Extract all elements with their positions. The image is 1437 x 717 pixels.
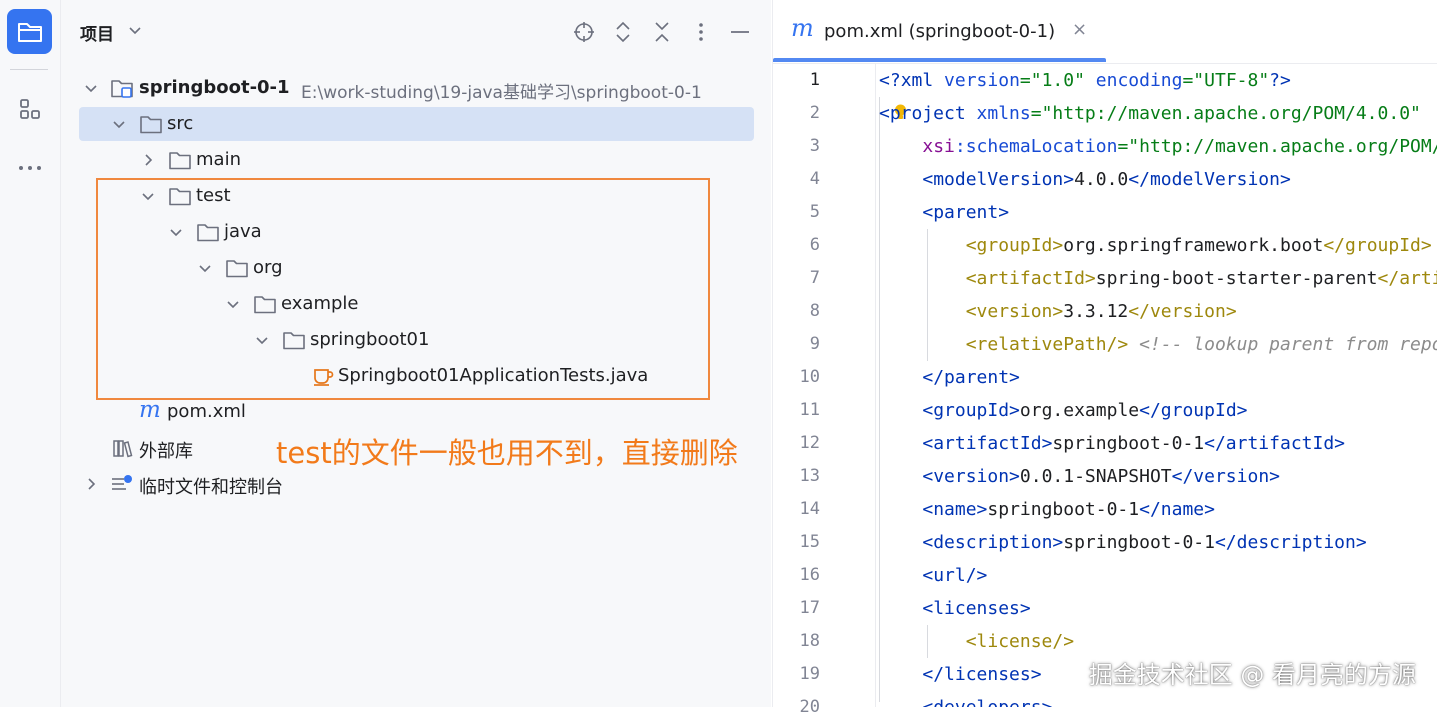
chevron-right-icon[interactable]	[83, 476, 99, 492]
line-number: 18	[799, 631, 820, 651]
chevron-down-icon[interactable]	[83, 80, 99, 96]
tree-item-src[interactable]: src	[61, 106, 771, 142]
scratches-icon	[112, 475, 132, 490]
line-number: 5	[809, 202, 820, 222]
expand-icon	[616, 21, 630, 43]
code-line: <developers>	[879, 691, 1052, 707]
tree-item-project-root[interactable]: springboot-0-1 E:\work-studing\19-java基础…	[61, 70, 771, 106]
line-number: 1	[809, 70, 820, 90]
line-number: 6	[809, 235, 820, 255]
active-tab-indicator	[773, 58, 1106, 62]
line-number: 2	[809, 103, 820, 123]
watermark: 掘金技术社区 @ 看月亮的方源	[1088, 661, 1416, 689]
chevron-down-icon[interactable]	[127, 22, 143, 38]
line-number: 20	[799, 697, 820, 717]
code-line: <licenses>	[922, 598, 1031, 619]
code-line: <?xml version="1.0" encoding="UTF-8"?>	[879, 70, 1291, 91]
folder-icon	[140, 116, 162, 134]
tree-item-label: springboot-0-1	[139, 77, 290, 98]
tree-item-label: 外部库	[139, 441, 193, 462]
code-line: xsi:schemaLocation="http://maven.apache.…	[922, 136, 1437, 157]
close-icon[interactable]: ×	[1072, 19, 1087, 40]
folder-icon	[17, 22, 42, 42]
expand-all-button[interactable]	[611, 20, 635, 44]
maven-icon: m	[791, 14, 814, 42]
structure-tool-button[interactable]	[7, 86, 52, 131]
chevron-down-icon[interactable]	[111, 116, 127, 132]
options-button[interactable]	[689, 20, 713, 44]
code-line: </licenses>	[922, 664, 1042, 685]
tab-label: pom.xml (springboot-0-1)	[824, 21, 1056, 42]
tool-window-strip	[0, 0, 61, 707]
collapse-icon	[655, 22, 669, 42]
code-line: <url/>	[922, 565, 988, 586]
code-line: <groupId>org.springframework.boot</group…	[965, 235, 1432, 256]
more-tools-button[interactable]	[7, 145, 52, 190]
editor-tab-pom[interactable]: m pom.xml (springboot-0-1) ×	[773, 0, 1106, 63]
project-panel: 项目 springboot-0-1 E:\work-studing\19-jav…	[61, 0, 771, 707]
crosshair-icon	[574, 22, 594, 42]
code-line: <description>springboot-0-1</description…	[922, 532, 1367, 553]
code-line: </parent>	[922, 367, 1020, 388]
strip-separator	[10, 69, 48, 70]
project-path: E:\work-studing\19-java基础学习\springboot-0…	[301, 83, 702, 103]
code-line: <version>3.3.12</version>	[965, 301, 1237, 322]
code-line: <modelVersion>4.0.0</modelVersion>	[922, 169, 1291, 190]
tree-item-label: pom.xml	[167, 401, 246, 422]
code-area[interactable]: <?xml version="1.0" encoding="UTF-8"?> <…	[879, 64, 1437, 707]
line-number: 17	[799, 598, 820, 618]
project-panel-header: 项目	[61, 0, 771, 64]
line-number: 7	[809, 268, 820, 288]
editor-panel: m pom.xml (springboot-0-1) × 1 2 3 4 5 6…	[772, 0, 1437, 717]
editor-tab-bar: m pom.xml (springboot-0-1) ×	[773, 0, 1437, 64]
code-line: <artifactId>spring-boot-starter-parent</…	[965, 268, 1437, 289]
code-line: <version>0.0.1-SNAPSHOT</version>	[922, 466, 1280, 487]
line-number: 19	[799, 664, 820, 684]
line-number: 13	[799, 466, 820, 486]
chevron-right-icon[interactable]	[140, 152, 156, 168]
line-number: 11	[799, 400, 820, 420]
line-number: 4	[809, 169, 820, 189]
code-line: <relativePath/> <!-- lookup parent from …	[965, 334, 1437, 355]
more-horizontal-icon	[18, 165, 41, 170]
hide-panel-button[interactable]	[728, 20, 752, 44]
line-number: 15	[799, 532, 820, 552]
maven-icon: m	[139, 397, 161, 423]
code-line: <license/>	[965, 631, 1075, 652]
line-number: 12	[799, 433, 820, 453]
collapse-all-button[interactable]	[650, 20, 674, 44]
code-line: <parent>	[922, 202, 1010, 223]
code-line: <name>springboot-0-1</name>	[922, 499, 1215, 520]
line-number: 16	[799, 565, 820, 585]
folder-icon	[169, 152, 191, 170]
module-folder-icon	[111, 80, 133, 98]
line-number: 14	[799, 499, 820, 519]
tree-item-label: main	[196, 149, 241, 170]
line-number: 10	[799, 367, 820, 387]
tree-item-label: src	[167, 113, 194, 134]
project-tool-button[interactable]	[7, 9, 52, 54]
minimize-icon	[731, 31, 749, 33]
code-line: <project xmlns="http://maven.apache.org/…	[879, 103, 1421, 124]
line-number-gutter: 1 2 3 4 5 6 7 8 9 10 11 12 13 14 15 16 1…	[773, 64, 876, 717]
annotation-text: test的文件一般也用不到，直接删除	[276, 436, 738, 470]
line-number: 9	[809, 334, 820, 354]
tree-item-label: 临时文件和控制台	[139, 477, 283, 498]
tree-item-main[interactable]: main	[61, 142, 771, 178]
line-number: 8	[809, 301, 820, 321]
structure-icon	[19, 98, 40, 119]
annotation-highlight-box	[96, 178, 710, 400]
project-panel-title[interactable]: 项目	[80, 20, 114, 45]
line-number: 3	[809, 136, 820, 156]
library-icon	[113, 440, 133, 458]
code-line: <groupId>org.example</groupId>	[922, 400, 1248, 421]
more-vertical-icon	[699, 23, 703, 41]
locate-file-button[interactable]	[572, 20, 596, 44]
code-line: <artifactId>springboot-0-1</artifactId>	[922, 433, 1346, 454]
